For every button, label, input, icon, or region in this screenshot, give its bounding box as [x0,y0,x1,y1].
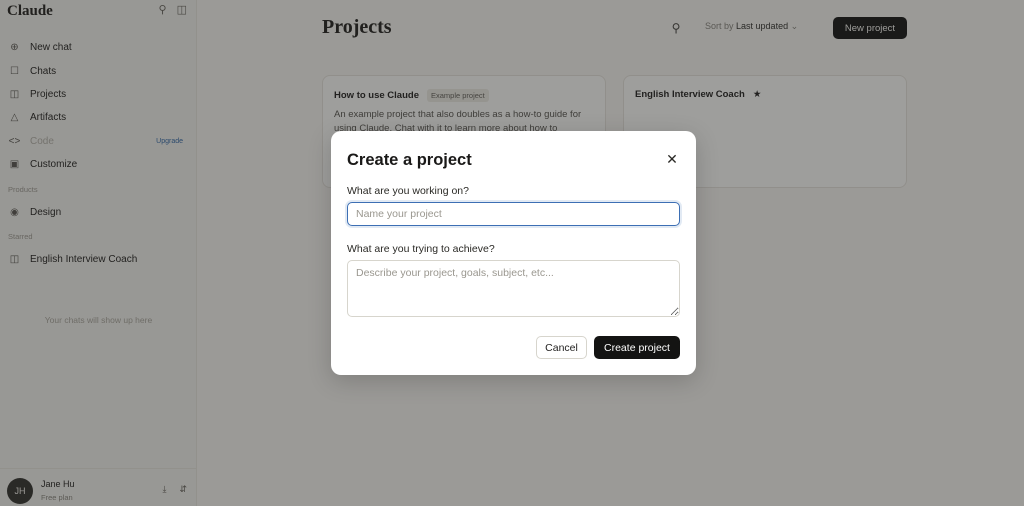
close-button[interactable]: ✕ [662,149,682,169]
cancel-button[interactable]: Cancel [536,336,587,359]
project-name-label: What are you working on? [347,185,469,197]
dialog-title: Create a project [347,151,472,169]
create-project-button[interactable]: Create project [594,336,680,359]
create-project-dialog: Create a project ✕ What are you working … [331,131,696,375]
project-description-textarea[interactable] [347,260,680,317]
project-goal-label: What are you trying to achieve? [347,243,495,255]
project-name-input[interactable] [347,202,680,226]
close-icon: ✕ [666,150,678,167]
